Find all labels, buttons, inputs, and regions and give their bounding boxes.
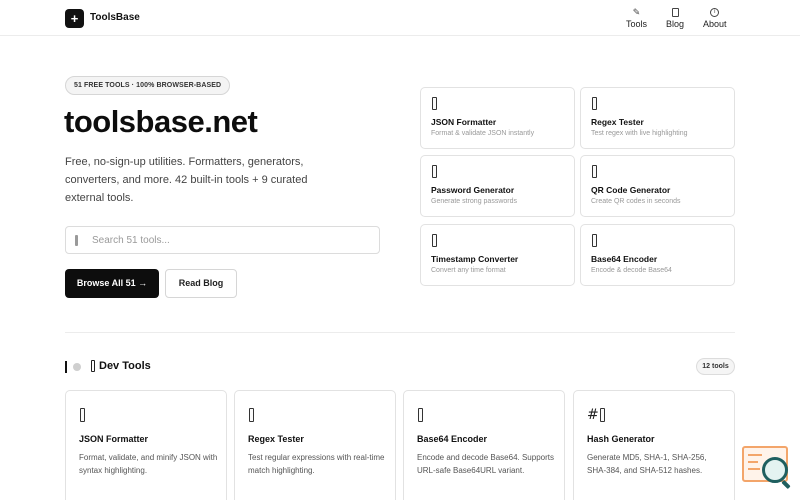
featured-tool-card[interactable]: JSON Formatter Format & validate JSON in… xyxy=(420,87,575,149)
search-input[interactable] xyxy=(92,231,372,250)
nav-tools-label: Tools xyxy=(626,19,648,29)
search-box[interactable] xyxy=(65,226,380,254)
search-icon xyxy=(75,235,78,246)
site-header: + ToolsBase ✎ Tools Blog i About xyxy=(0,0,800,36)
widget-line xyxy=(748,461,758,463)
logo-icon[interactable]: + xyxy=(65,9,84,28)
tool-card-desc: Encode and decode Base64. Supports URL-s… xyxy=(417,453,554,475)
featured-tool-card[interactable]: QR Code Generator Create QR codes in sec… xyxy=(580,155,735,217)
tool-icon xyxy=(417,406,423,423)
page-title: toolsbase.net xyxy=(64,104,258,139)
widget-line xyxy=(748,454,762,456)
tool-icon xyxy=(432,234,437,247)
tool-card-desc: Format, validate, and minify JSON with s… xyxy=(79,453,218,475)
section-marker xyxy=(65,361,67,373)
hash-icon: # xyxy=(587,406,605,423)
featured-tool-desc: Encode & decode Base64 xyxy=(591,267,672,274)
tool-icon xyxy=(592,97,597,110)
featured-tool-desc: Create QR codes in seconds xyxy=(591,198,681,205)
book-icon xyxy=(666,7,684,18)
featured-tool-title: QR Code Generator xyxy=(591,185,671,195)
tool-icon xyxy=(432,97,437,110)
nav-about[interactable]: i About xyxy=(703,7,727,29)
featured-tool-card[interactable]: Base64 Encoder Encode & decode Base64 xyxy=(580,224,735,286)
featured-tool-card[interactable]: Regex Tester Test regex with live highli… xyxy=(580,87,735,149)
section-dot xyxy=(73,363,81,371)
featured-tool-desc: Convert any time format xyxy=(431,267,506,274)
nav-blog[interactable]: Blog xyxy=(666,7,684,29)
magnifier-handle xyxy=(781,479,791,490)
tool-card-title: Regex Tester xyxy=(248,434,304,444)
hero-description: Free, no-sign-up utilities. Formatters, … xyxy=(65,156,308,204)
widget-line xyxy=(748,468,760,470)
featured-tool-title: JSON Formatter xyxy=(431,117,497,127)
featured-tool-title: Password Generator xyxy=(431,185,515,195)
tool-icon xyxy=(248,406,254,423)
read-blog-button[interactable]: Read Blog xyxy=(165,269,237,298)
section-icon xyxy=(91,360,95,372)
floating-search-widget-icon[interactable] xyxy=(740,444,792,490)
featured-tool-card[interactable]: Timestamp Converter Convert any time for… xyxy=(420,224,575,286)
nav-tools[interactable]: ✎ Tools xyxy=(626,7,647,29)
tool-card-title: JSON Formatter xyxy=(79,434,149,444)
tools-count-badge: 51 FREE TOOLS · 100% BROWSER-BASED xyxy=(65,76,231,95)
featured-tool-title: Regex Tester xyxy=(591,117,644,127)
featured-tool-title: Base64 Encoder xyxy=(591,254,658,264)
section-divider xyxy=(65,332,735,333)
featured-tool-desc: Generate strong passwords xyxy=(431,198,517,205)
section-count-badge: 12 tools xyxy=(696,358,735,375)
tool-card-title: Base64 Encoder xyxy=(417,434,488,444)
tool-card[interactable]: Base64 Encoder Encode and decode Base64.… xyxy=(403,390,565,500)
featured-tool-title: Timestamp Converter xyxy=(431,254,519,264)
tool-card[interactable]: JSON Formatter Format, validate, and min… xyxy=(65,390,227,500)
info-icon: i xyxy=(703,7,727,18)
nav-blog-label: Blog xyxy=(666,19,685,29)
featured-tool-desc: Format & validate JSON instantly xyxy=(431,130,535,137)
featured-tool-card[interactable]: Password Generator Generate strong passw… xyxy=(420,155,575,217)
tool-card[interactable]: Regex Tester Test regular expressions wi… xyxy=(234,390,396,500)
tool-icon xyxy=(592,234,597,247)
brand-name[interactable]: ToolsBase xyxy=(90,12,140,23)
tool-icon xyxy=(79,406,85,423)
tool-card[interactable]: # Hash Generator Generate MD5, SHA-1, SH… xyxy=(573,390,735,500)
section-title: Dev Tools xyxy=(99,360,151,372)
tool-icon xyxy=(592,165,597,178)
tool-card-desc: Test regular expressions with real-time … xyxy=(248,453,385,475)
browse-all-button[interactable]: Browse All 51 → xyxy=(65,269,159,298)
tool-card-desc: Generate MD5, SHA-1, SHA-256, SHA-384, a… xyxy=(587,453,707,475)
pen-icon: ✎ xyxy=(632,7,641,17)
nav-about-label: About xyxy=(703,19,727,29)
tool-icon xyxy=(432,165,437,178)
tool-card-title: Hash Generator xyxy=(587,434,655,444)
featured-tool-desc: Test regex with live highlighting xyxy=(591,130,688,137)
